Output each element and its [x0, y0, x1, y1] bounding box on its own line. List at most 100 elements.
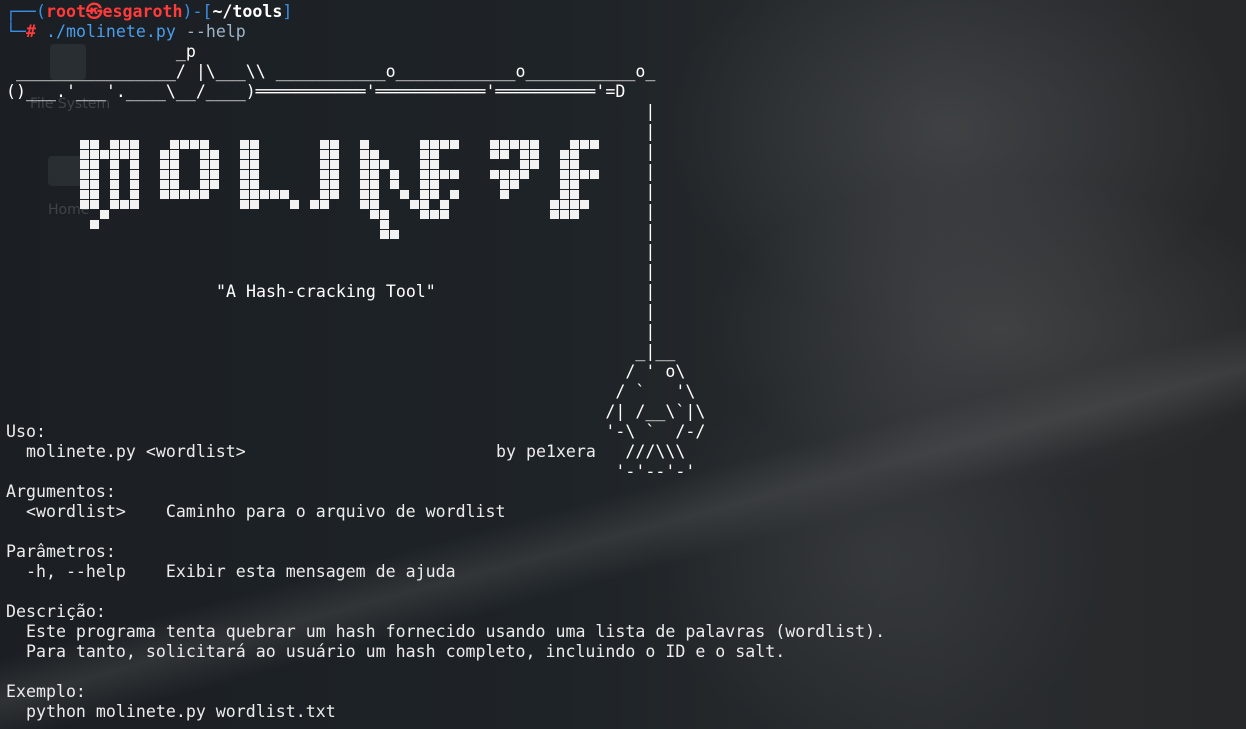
ascii-banner-line: ________________/ |\___\\ ___________o__… — [6, 62, 656, 81]
logo-pixel — [560, 200, 569, 209]
logo-pixel — [370, 160, 379, 169]
logo-pixel — [200, 170, 209, 179]
logo-pixel — [390, 180, 399, 189]
logo-pixel — [210, 170, 219, 179]
banner-tagline: "A Hash-cracking Tool" — [216, 282, 436, 301]
prompt-line-1: ┌──(root㉿esgaroth)-[~/tools] — [6, 2, 292, 22]
ascii-banner-line: / ' o\ — [6, 362, 686, 381]
logo-pixel — [160, 150, 169, 159]
command-argument: --help — [185, 22, 246, 41]
logo-pixel — [280, 190, 289, 199]
logo-pixel — [100, 210, 109, 219]
logo-pixel — [260, 190, 269, 199]
logo-pixel — [590, 140, 599, 149]
logo-pixel — [170, 180, 179, 189]
logo-pixel — [500, 140, 509, 149]
logo-pixel — [370, 170, 379, 179]
logo-pixel — [90, 180, 99, 189]
prompt-line2-box: └─ — [6, 22, 26, 41]
prompt-box-close: ] — [282, 2, 293, 21]
logo-pixel — [90, 170, 99, 179]
logo-pixel — [520, 170, 529, 179]
logo-pixel — [570, 160, 579, 169]
logo-pixel — [330, 140, 339, 149]
logo-pixel — [170, 170, 179, 179]
logo-pixel — [360, 160, 369, 169]
logo-pixel — [250, 150, 259, 159]
ascii-banner-line: _|__ — [6, 342, 676, 361]
logo-pixel — [440, 200, 449, 209]
logo-pixel — [450, 140, 459, 149]
logo-pixel — [130, 180, 139, 189]
logo-pixel — [570, 210, 579, 219]
logo-pixel — [450, 190, 459, 199]
desc-line-2: Para tanto, solicitará ao usuário um has… — [6, 642, 786, 661]
logo-pixel — [240, 160, 249, 169]
logo-pixel — [290, 200, 299, 209]
logo-pixel — [570, 180, 579, 189]
logo-pixel — [440, 170, 449, 179]
command-executable: ./molinete.py — [45, 22, 176, 41]
logo-pixel — [200, 140, 209, 149]
logo-pixel — [420, 200, 429, 209]
logo-pixel — [560, 160, 569, 169]
logo-pixel — [250, 180, 259, 189]
logo-pixel — [500, 170, 509, 179]
prompt-box-open: ┌──( — [6, 2, 46, 21]
logo-pixel — [130, 140, 139, 149]
example-line: python molinete.py wordlist.txt — [6, 702, 336, 721]
banner-author: by pe1xera — [496, 442, 596, 461]
logo-pixel — [130, 200, 139, 209]
logo-pixel — [500, 180, 509, 189]
logo-pixel — [430, 140, 439, 149]
logo-pixel — [510, 180, 519, 189]
ascii-banner-line: _p — [6, 42, 196, 61]
logo-pixel — [320, 150, 329, 159]
logo-pixel — [560, 170, 569, 179]
logo-pixel — [430, 210, 439, 219]
logo-pixel — [490, 170, 499, 179]
logo-pixel — [570, 140, 579, 149]
logo-pixel — [360, 170, 369, 179]
logo-pixel — [210, 150, 219, 159]
logo-pixel — [170, 190, 179, 199]
ascii-banner-line: '-\ ` /-/ — [6, 422, 706, 441]
logo-pixel — [360, 200, 369, 209]
logo-pixel — [330, 150, 339, 159]
logo-pixel — [90, 200, 99, 209]
params-line: -h, --help Exibir esta mensagem de ajuda — [6, 562, 456, 581]
logo-pixel — [190, 140, 199, 149]
logo-pixel — [240, 200, 249, 209]
logo-pixel — [560, 150, 569, 159]
ascii-banner-line: | — [6, 302, 656, 321]
logo-pixel — [580, 200, 589, 209]
logo-pixel — [120, 200, 129, 209]
logo-pixel — [500, 150, 509, 159]
logo-pixel — [530, 150, 539, 159]
logo-pixel — [330, 190, 339, 199]
logo-pixel — [430, 190, 439, 199]
logo-pixel — [90, 190, 99, 199]
logo-pixel — [330, 180, 339, 189]
logo-pixel — [80, 190, 89, 199]
logo-pixel — [160, 160, 169, 169]
logo-pixel — [420, 140, 429, 149]
logo-pixel — [170, 140, 179, 149]
terminal-window[interactable]: ┌──(root㉿esgaroth)-[~/tools] └─# ./molin… — [0, 0, 1246, 729]
logo-pixel — [160, 170, 169, 179]
ascii-banner-line: / ` '\ — [6, 382, 696, 401]
logo-pixel — [110, 190, 119, 199]
logo-pixel — [560, 210, 569, 219]
logo-pixel — [370, 150, 379, 159]
logo-pixel — [180, 140, 189, 149]
logo-pixel — [370, 180, 379, 189]
logo-pixel — [330, 160, 339, 169]
logo-pixel — [200, 190, 209, 199]
logo-pixel — [560, 180, 569, 189]
logo-pixel — [380, 210, 389, 219]
desc-heading: Descrição: — [6, 602, 106, 621]
logo-pixel — [570, 190, 579, 199]
logo-pixel — [130, 160, 139, 169]
prompt-path: ~/tools — [212, 2, 283, 21]
logo-pixel — [410, 200, 419, 209]
